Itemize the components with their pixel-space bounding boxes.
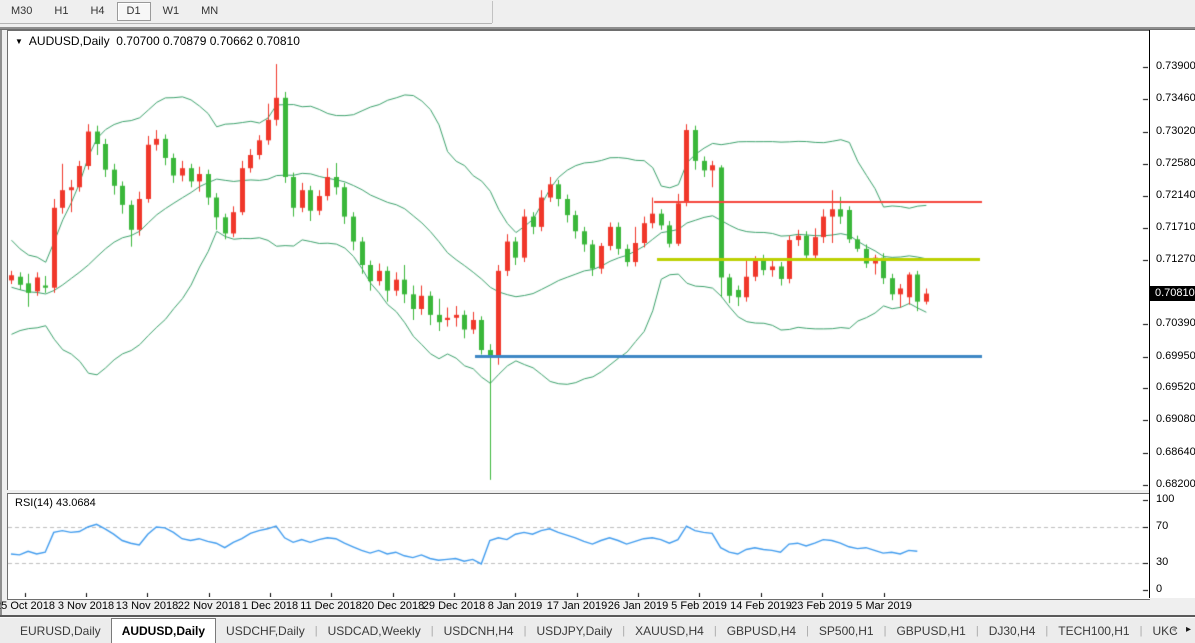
rsi-axis-label: 100	[1156, 493, 1174, 505]
timeframe-button-h4[interactable]: H4	[80, 2, 114, 21]
chart-symbol-label: AUDUSD,Daily	[29, 34, 110, 48]
tab-dj30-h4[interactable]: DJ30,H4	[979, 618, 1046, 643]
date-axis-label: 20 Dec 2018	[362, 600, 424, 612]
date-axis-label: 8 Jan 2019	[488, 600, 542, 612]
tab-audusd-daily[interactable]: AUDUSD,Daily	[111, 618, 216, 643]
date-axis-label: 1 Dec 2018	[242, 600, 298, 612]
date-axis-label: 14 Feb 2019	[730, 600, 792, 612]
toolbar-separator	[492, 1, 493, 23]
timeframe-toolbar-panel: M30H1H4D1W1MN	[0, 0, 492, 24]
price-axis-label: 0.69080	[1156, 413, 1195, 425]
tab-usdchf-daily[interactable]: USDCHF,Daily	[216, 618, 315, 643]
tab-scroll-nav: ◂ ▸	[1171, 617, 1191, 642]
date-axis-label: 25 Oct 2018	[0, 600, 55, 612]
rsi-axis-label: 30	[1156, 556, 1168, 568]
price-axis-label: 0.73900	[1156, 60, 1195, 72]
date-axis-label: 5 Feb 2019	[671, 600, 727, 612]
price-axis-label: 0.68200	[1156, 478, 1195, 490]
ohlc-high: 0.70879	[163, 34, 206, 48]
tab-scroll-left-button[interactable]: ◂	[1171, 624, 1176, 635]
timeframe-button-mn[interactable]: MN	[191, 2, 228, 21]
date-axis-label: 29 Dec 2018	[423, 600, 485, 612]
price-axis-label: 0.73460	[1156, 92, 1195, 104]
rsi-axis-label: 0	[1156, 583, 1162, 595]
price-axis-label: 0.73020	[1156, 125, 1195, 137]
date-axis-label: 26 Jan 2019	[608, 600, 669, 612]
tab-sp500-h1[interactable]: SP500,H1	[809, 618, 884, 643]
date-axis-label: 23 Feb 2019	[791, 600, 853, 612]
tab-usdjpy-daily[interactable]: USDJPY,Daily	[526, 618, 622, 643]
price-axis-label: 0.71710	[1156, 221, 1195, 233]
price-axis[interactable]	[1149, 30, 1195, 598]
chart-title: ▼ AUDUSD,Daily 0.70700 0.70879 0.70662 0.…	[15, 34, 300, 48]
price-axis-label: 0.72580	[1156, 157, 1195, 169]
tab-tech100-h1[interactable]: TECH100,H1	[1048, 618, 1139, 643]
rsi-axis-label: 70	[1156, 520, 1168, 532]
timeframe-toolbar: M30H1H4D1W1MN	[0, 0, 1195, 27]
ohlc-low: 0.70662	[210, 34, 253, 48]
rsi-canvas[interactable]	[8, 494, 1148, 597]
date-axis-label: 3 Nov 2018	[58, 600, 114, 612]
tab-xauusd-h4[interactable]: XAUUSD,H4	[625, 618, 714, 643]
price-axis-label: 0.69950	[1156, 350, 1195, 362]
tab-usdcnh-h4[interactable]: USDCNH,H4	[434, 618, 524, 643]
price-axis-label: 0.72140	[1156, 189, 1195, 201]
mt4-chart-window: { "toolbar": { "timeframes": ["M30","H1"…	[0, 0, 1195, 642]
price-axis-label: 0.69520	[1156, 381, 1195, 393]
price-axis-label: 0.71270	[1156, 253, 1195, 265]
date-axis-label: 11 Dec 2018	[300, 600, 362, 612]
current-price-badge: 0.70810	[1149, 286, 1195, 301]
date-axis-label: 22 Nov 2018	[178, 600, 240, 612]
timeframe-button-d1[interactable]: D1	[117, 2, 151, 21]
timeframe-button-w1[interactable]: W1	[153, 2, 190, 21]
price-axis-label: 0.70390	[1156, 317, 1195, 329]
chart-tab-bar: EURUSD,DailyAUDUSD,DailyUSDCHF,Daily|USD…	[0, 617, 1195, 643]
ohlc-open: 0.70700	[116, 34, 159, 48]
ohlc-close: 0.70810	[256, 34, 299, 48]
price-axis-label: 0.68640	[1156, 446, 1195, 458]
date-axis-label: 13 Nov 2018	[116, 600, 178, 612]
main-chart-canvas[interactable]	[8, 31, 1148, 487]
tab-usdcad-weekly[interactable]: USDCAD,Weekly	[318, 618, 431, 643]
date-axis-label: 5 Mar 2019	[856, 600, 912, 612]
tab-scroll-right-button[interactable]: ▸	[1186, 624, 1191, 635]
tab-gbpusd-h1[interactable]: GBPUSD,H1	[886, 618, 975, 643]
chart-dropdown-icon[interactable]: ▼	[15, 37, 23, 46]
tab-eurusd-daily[interactable]: EURUSD,Daily	[10, 618, 111, 643]
tab-gbpusd-h4[interactable]: GBPUSD,H4	[717, 618, 806, 643]
rsi-indicator-label: RSI(14) 43.0684	[15, 497, 96, 509]
timeframe-button-h1[interactable]: H1	[44, 2, 78, 21]
timeframe-button-m30[interactable]: M30	[1, 2, 42, 21]
date-axis-label: 17 Jan 2019	[547, 600, 608, 612]
